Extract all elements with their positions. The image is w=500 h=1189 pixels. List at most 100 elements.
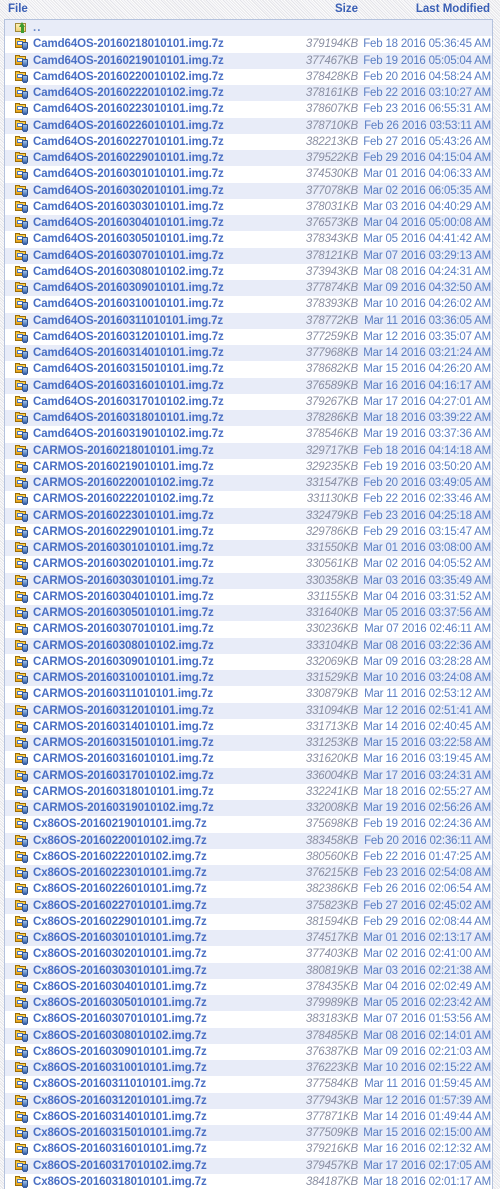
table-row[interactable]: Camd64OS-20160308010102.img.7z 373943KB Ma…	[5, 263, 492, 280]
table-row[interactable]: Cx86OS-20160315010101.img.7z 377509KB Mar …	[5, 1125, 492, 1142]
file-last-modified: Mar 14 2016 01:49:44 AM	[363, 1110, 491, 1123]
table-row[interactable]: Camd64OS-20160222010102.img.7z 378161KB Fe…	[5, 85, 492, 102]
table-row[interactable]: Cx86OS-20160307010101.img.7z 383183KB Mar …	[5, 1011, 492, 1028]
file-last-modified: Mar 02 2016 04:05:52 AM	[363, 558, 491, 571]
table-row[interactable]: CARMOS-20160310010101.img.7z 331529KB Mar …	[5, 670, 492, 687]
table-row[interactable]: Cx86OS-20160223010101.img.7z 376215KB Feb …	[5, 865, 492, 882]
table-row[interactable]: Camd64OS-20160302010101.img.7z 377078KB Ma…	[5, 182, 492, 199]
file-last-modified: Mar 10 2016 02:15:22 AM	[363, 1062, 491, 1074]
file-last-modified: Mar 18 2016 03:39:22 AM	[363, 412, 491, 424]
file-last-modified: Mar 12 2016 02:51:41 AM	[363, 704, 491, 717]
table-row[interactable]: Camd64OS-20160219010101.img.7z 377467KB Fe…	[5, 52, 492, 69]
table-row[interactable]: Camd64OS-20160309010101.img.7z 377874KB Ma…	[5, 280, 492, 297]
table-row[interactable]: Cx86OS-20160314010101.img.7z 377871KB Mar …	[5, 1108, 492, 1125]
table-row[interactable]: Camd64OS-20160304010101.img.7z 376573KB Ma…	[5, 215, 492, 232]
table-row[interactable]: Camd64OS-20160312010101.img.7z 377259KB Ma…	[5, 328, 492, 345]
table-row[interactable]: CARMOS-20160317010102.img.7z 336004KB Mar …	[5, 767, 492, 784]
table-row[interactable]: Cx86OS-20160308010102.img.7z 378485KB Mar …	[5, 1027, 492, 1044]
table-row[interactable]: Cx86OS-20160303010101.img.7z 380819KB Mar …	[5, 962, 492, 979]
file-last-modified: Mar 18 2016 02:01:17 AM	[363, 1175, 491, 1188]
table-row[interactable]: Cx86OS-20160227010101.img.7z 375823KB Feb …	[5, 897, 492, 914]
table-row[interactable]: Cx86OS-20160305010101.img.7z 379989KB Mar …	[5, 995, 492, 1012]
file-last-modified: Mar 12 2016 01:57:39 AM	[363, 1094, 491, 1107]
file-last-modified: Feb 23 2016 06:55:31 AM	[363, 103, 491, 116]
table-row[interactable]: CARMOS-20160315010101.img.7z 331253KB Mar …	[5, 735, 492, 752]
table-row[interactable]: Camd64OS-20160318010101.img.7z 378286KB Ma…	[5, 410, 492, 427]
file-last-modified: Mar 11 2016 01:59:45 AM	[364, 1078, 491, 1091]
table-row[interactable]: Cx86OS-20160312010101.img.7z 377943KB Mar …	[5, 1092, 492, 1109]
table-row[interactable]: Camd64OS-20160319010102.img.7z 378546KB Ma…	[5, 426, 492, 443]
column-header-row: File Size Last Modified	[0, 0, 500, 18]
directory-listing: File Size Last Modified .. Camd64OS-2016…	[0, 0, 500, 1189]
file-last-modified: Mar 16 2016 04:16:17 AM	[363, 379, 491, 392]
parent-directory-row[interactable]: ..	[5, 20, 492, 37]
table-row[interactable]: CARMOS-20160318010101.img.7z 332241KB Mar …	[5, 783, 492, 800]
table-row[interactable]: CARMOS-20160303010101.img.7z 330358KB Mar …	[5, 572, 492, 589]
table-row[interactable]: Cx86OS-20160220010102.img.7z 383458KB Feb …	[5, 832, 492, 849]
table-row[interactable]: CARMOS-20160314010101.img.7z 331713KB Mar …	[5, 718, 492, 735]
file-last-modified: Mar 02 2016 02:41:00 AM	[363, 948, 491, 961]
table-row[interactable]: CARMOS-20160304010101.img.7z 331155KB Mar …	[5, 588, 492, 605]
table-row[interactable]: CARMOS-20160219010101.img.7z 329235KB Feb …	[5, 458, 492, 475]
file-last-modified: Feb 22 2016 01:47:25 AM	[363, 850, 491, 863]
table-row[interactable]: Camd64OS-20160303010101.img.7z 378031KB Ma…	[5, 198, 492, 215]
table-row[interactable]: Camd64OS-20160310010101.img.7z 378393KB Ma…	[5, 296, 492, 313]
table-row[interactable]: Camd64OS-20160314010101.img.7z 377968KB Ma…	[5, 345, 492, 362]
table-row[interactable]: CARMOS-20160311010101.img.7z 330879KB Mar …	[5, 686, 492, 703]
table-row[interactable]: Cx86OS-20160309010101.img.7z 376387KB Mar …	[5, 1043, 492, 1060]
table-row[interactable]: Camd64OS-20160229010101.img.7z 379522KB Fe…	[5, 150, 492, 167]
table-row[interactable]: CARMOS-20160307010101.img.7z 330236KB Mar …	[5, 621, 492, 638]
table-row[interactable]: Cx86OS-20160316010101.img.7z 379216KB Mar …	[5, 1141, 492, 1158]
table-row[interactable]: Cx86OS-20160311010101.img.7z 377584KB Mar …	[5, 1076, 492, 1093]
table-row[interactable]: Camd64OS-20160305010101.img.7z 378343KB Ma…	[5, 231, 492, 248]
table-row[interactable]: Cx86OS-20160317010102.img.7z 379457KB Mar …	[5, 1157, 492, 1174]
file-last-modified: Feb 29 2016 02:08:44 AM	[363, 915, 491, 928]
file-last-modified: Mar 09 2016 04:32:50 AM	[363, 282, 491, 294]
table-row[interactable]: CARMOS-20160312010101.img.7z 331094KB Mar …	[5, 702, 492, 719]
table-row[interactable]: Cx86OS-20160301010101.img.7z 374517KB Mar …	[5, 930, 492, 947]
file-last-modified: Mar 01 2016 04:06:33 AM	[363, 168, 491, 181]
table-row[interactable]: Camd64OS-20160218010101.img.7z 379194KB Fe…	[5, 36, 492, 53]
table-row[interactable]: Camd64OS-20160307010101.img.7z 378121KB Ma…	[5, 247, 492, 264]
table-row[interactable]: CARMOS-20160220010102.img.7z 331547KB Feb …	[5, 475, 492, 492]
file-last-modified: Mar 05 2016 02:23:42 AM	[363, 997, 491, 1009]
table-row[interactable]: Cx86OS-20160310010101.img.7z 376223KB Mar …	[5, 1060, 492, 1077]
table-row[interactable]: Cx86OS-20160219010101.img.7z 375698KB Feb …	[5, 816, 492, 833]
table-row[interactable]: CARMOS-20160222010102.img.7z 331130KB Feb …	[5, 491, 492, 508]
table-row[interactable]: CARMOS-20160218010101.img.7z 329717KB Feb …	[5, 442, 492, 459]
table-row[interactable]: Cx86OS-20160318010101.img.7z 384187KB Mar …	[5, 1173, 492, 1189]
table-row[interactable]: Camd64OS-20160316010101.img.7z 376589KB Ma…	[5, 377, 492, 394]
table-row[interactable]: CARMOS-20160316010101.img.7z 331620KB Mar …	[5, 751, 492, 768]
table-row[interactable]: Camd64OS-20160220010102.img.7z 378428KB Fe…	[5, 68, 492, 85]
table-row[interactable]: CARMOS-20160301010101.img.7z 331550KB Mar …	[5, 540, 492, 557]
table-row[interactable]: Camd64OS-20160226010101.img.7z 378710KB Fe…	[5, 117, 492, 134]
parent-directory-label[interactable]: ..	[33, 20, 41, 36]
table-row[interactable]: Camd64OS-20160317010102.img.7z 379267KB Ma…	[5, 393, 492, 410]
table-row[interactable]: Cx86OS-20160222010102.img.7z 380560KB Feb …	[5, 848, 492, 865]
table-row[interactable]: Camd64OS-20160227010101.img.7z 382213KB Fe…	[5, 133, 492, 150]
file-last-modified: Mar 03 2016 02:21:38 AM	[363, 964, 491, 977]
table-row[interactable]: CARMOS-20160302010101.img.7z 330561KB Mar …	[5, 556, 492, 573]
file-last-modified: Mar 07 2016 02:46:11 AM	[364, 623, 491, 636]
table-row[interactable]: Camd64OS-20160223010101.img.7z 378607KB Fe…	[5, 101, 492, 118]
table-row[interactable]: CARMOS-20160305010101.img.7z 331640KB Mar …	[5, 605, 492, 622]
file-last-modified: Mar 16 2016 03:19:45 AM	[363, 753, 491, 766]
table-row[interactable]: CARMOS-20160319010102.img.7z 332008KB Mar …	[5, 800, 492, 817]
file-last-modified: Mar 01 2016 02:13:17 AM	[363, 932, 491, 944]
table-row[interactable]: CARMOS-20160309010101.img.7z 332069KB Mar …	[5, 653, 492, 670]
table-row[interactable]: Camd64OS-20160301010101.img.7z 374530KB Ma…	[5, 166, 492, 183]
table-row[interactable]: Cx86OS-20160229010101.img.7z 381594KB Feb …	[5, 913, 492, 930]
table-row[interactable]: CARMOS-20160223010101.img.7z 332479KB Feb …	[5, 507, 492, 524]
table-row[interactable]: Cx86OS-20160302010101.img.7z 377403KB Mar …	[5, 946, 492, 963]
table-row[interactable]: CARMOS-20160308010102.img.7z 333104KB Mar …	[5, 637, 492, 654]
file-last-modified: Feb 18 2016 05:36:45 AM	[363, 38, 491, 51]
table-row[interactable]: Camd64OS-20160315010101.img.7z 378682KB Ma…	[5, 361, 492, 378]
file-last-modified: Feb 26 2016 02:06:54 AM	[363, 883, 491, 896]
table-row[interactable]: Camd64OS-20160311010101.img.7z 378772KB Ma…	[5, 312, 492, 329]
table-row[interactable]: Cx86OS-20160304010101.img.7z 378435KB Mar …	[5, 978, 492, 995]
column-header-last-modified[interactable]: Last Modified	[0, 0, 490, 18]
file-last-modified: Feb 19 2016 02:24:36 AM	[363, 818, 491, 831]
table-row[interactable]: CARMOS-20160229010101.img.7z 329786KB Feb …	[5, 523, 492, 540]
table-row[interactable]: Cx86OS-20160226010101.img.7z 382386KB Feb …	[5, 881, 492, 898]
file-last-modified: Mar 17 2016 02:17:05 AM	[363, 1159, 491, 1172]
